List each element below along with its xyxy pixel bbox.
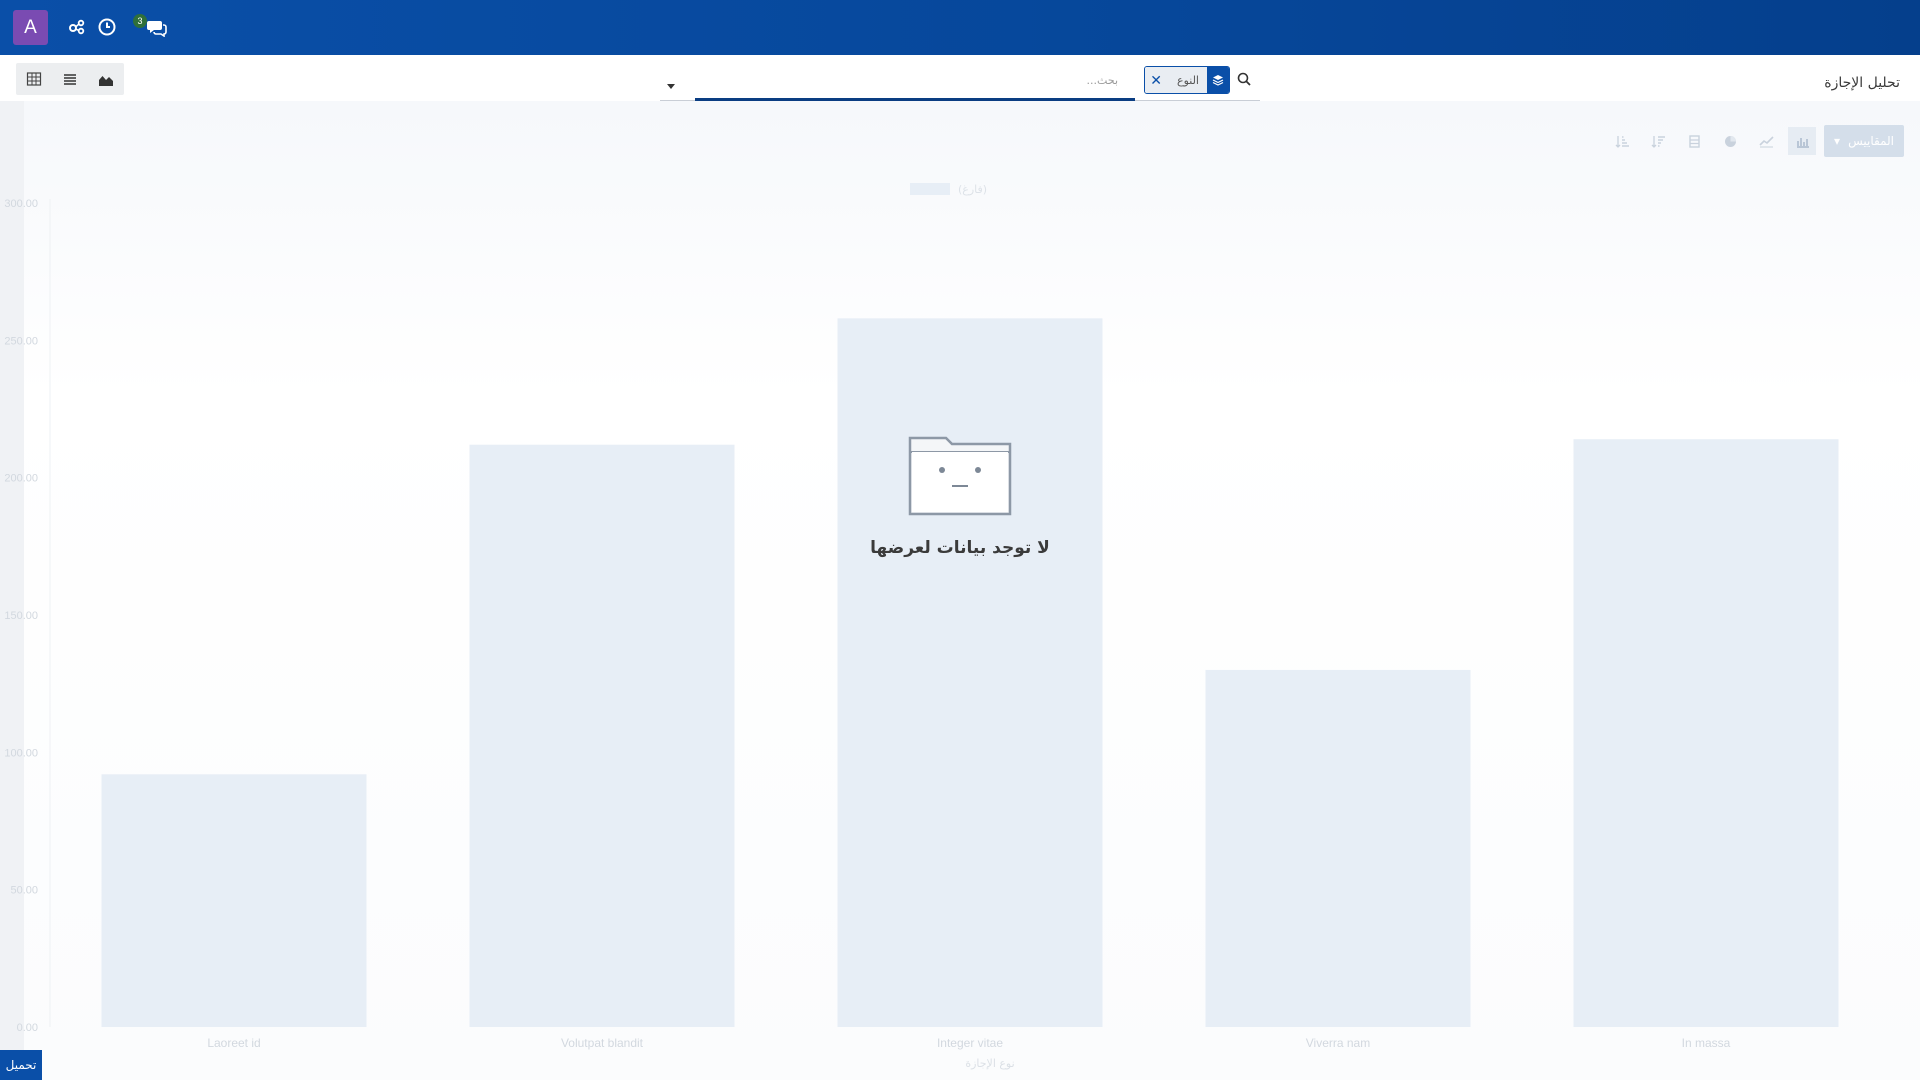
x-tick-label: Integer vitae	[937, 1036, 1003, 1050]
list-view-button[interactable]	[52, 63, 88, 95]
area-chart-icon	[99, 76, 113, 86]
y-tick-label: 150.00	[4, 610, 38, 622]
user-avatar[interactable]: A	[13, 10, 48, 45]
close-icon[interactable]: ✕	[1145, 67, 1170, 93]
x-tick-label: Volutpat blandit	[561, 1036, 644, 1050]
view-switcher	[16, 63, 124, 95]
page-title: تحليل الإجازة	[1824, 75, 1900, 91]
pivot-view-button[interactable]	[16, 63, 52, 95]
chart-bar	[469, 444, 735, 1027]
empty-folder-icon	[908, 436, 1012, 516]
list-icon	[64, 74, 76, 85]
control-panel: تحليل الإجازة النوع ✕	[0, 55, 1920, 102]
search-icon[interactable]	[1236, 71, 1252, 87]
y-tick-label: 200.00	[4, 473, 38, 485]
search-bar: النوع ✕	[660, 64, 1260, 102]
caret-down-icon[interactable]	[666, 76, 676, 89]
activity-icon[interactable]	[67, 17, 87, 37]
empty-message: لا توجد بيانات لعرضها	[870, 538, 1050, 558]
no-content-helper: لا توجد بيانات لعرضها	[745, 430, 1175, 760]
facet-value: النوع	[1169, 67, 1207, 93]
x-tick-label: In massa	[1682, 1036, 1731, 1050]
y-tick-label: 300.00	[4, 198, 38, 210]
x-tick-label: Viverra nam	[1306, 1036, 1370, 1050]
y-tick-label: 50.00	[10, 885, 38, 897]
search-input[interactable]	[696, 68, 1120, 92]
messages-count-badge: 3	[133, 14, 147, 28]
table-icon	[26, 72, 42, 86]
search-facet: النوع ✕	[1144, 66, 1230, 94]
legend-label: (فارغ)	[958, 183, 987, 196]
chart-bar	[1205, 669, 1471, 1027]
y-tick-label: 250.00	[4, 335, 38, 347]
y-tick-label: 0.00	[17, 1022, 38, 1034]
layers-icon	[1207, 67, 1229, 93]
chart-bar	[1573, 439, 1839, 1027]
graph-view-button[interactable]	[88, 63, 124, 95]
y-tick-label: 100.00	[4, 747, 38, 759]
top-navbar: A 3	[0, 0, 1920, 55]
x-tick-label: Laoreet id	[207, 1036, 260, 1050]
download-button[interactable]: تحميل	[0, 1050, 42, 1080]
messages-icon[interactable]	[146, 17, 168, 38]
chart-bar	[101, 774, 367, 1027]
x-axis-label: نوع الإجازة	[965, 1057, 1014, 1070]
legend-swatch	[910, 183, 950, 195]
clock-icon[interactable]	[97, 17, 117, 37]
